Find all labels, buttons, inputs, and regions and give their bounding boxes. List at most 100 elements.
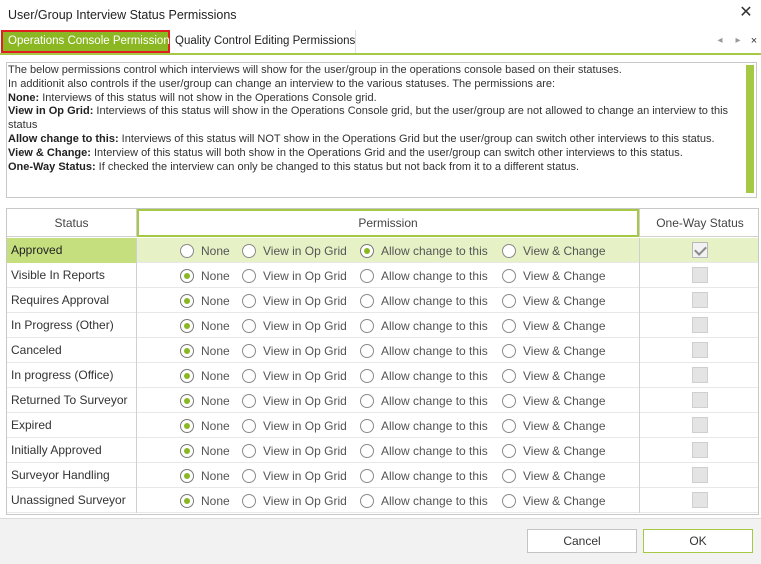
table-row[interactable]: Returned To Surveyor None View in Op Grid A… [7,388,758,413]
radio-label: View in Op Grid [263,494,347,508]
dialog-footer: Cancel OK [0,518,761,564]
radio-button[interactable] [242,269,256,283]
radio-button[interactable] [242,394,256,408]
close-icon[interactable]: ✕ [737,4,755,22]
one-way-checkbox[interactable] [692,417,708,433]
table-row[interactable]: In Progress (Other) None View in Op Grid Al… [7,313,758,338]
one-way-checkbox[interactable] [692,367,708,383]
radio-button[interactable] [502,244,516,258]
radio-label: Allow change to this [381,444,488,458]
radio-button[interactable] [242,469,256,483]
tab-scroll-right-icon[interactable]: ▸ [732,35,744,47]
radio-label: None [201,369,230,383]
radio-label: Allow change to this [381,394,488,408]
title-bar: User/Group Interview Status Permissions … [0,0,761,30]
radio-button[interactable] [502,419,516,433]
radio-button[interactable] [360,369,374,383]
status-cell: Unassigned Surveyor [7,488,137,513]
one-way-checkbox[interactable] [692,467,708,483]
one-way-checkbox[interactable] [692,442,708,458]
radio-button[interactable] [180,419,194,433]
radio-button[interactable] [242,244,256,258]
radio-button[interactable] [180,269,194,283]
radio-button[interactable] [360,394,374,408]
radio-label: Allow change to this [381,469,488,483]
radio-button[interactable] [360,419,374,433]
table-row[interactable]: In progress (Office) None View in Op Grid A… [7,363,758,388]
one-way-checkbox[interactable] [692,342,708,358]
radio-button[interactable] [180,394,194,408]
radio-button[interactable] [242,419,256,433]
cancel-button[interactable]: Cancel [527,529,637,553]
radio-button[interactable] [360,494,374,508]
radio-button[interactable] [502,469,516,483]
one-way-checkbox[interactable] [692,242,708,258]
column-header-permission[interactable]: Permission [137,209,639,237]
radio-label: None [201,294,230,308]
radio-label: View & Change [523,269,606,283]
one-way-checkbox[interactable] [692,492,708,508]
table-row[interactable]: Initially Approved None View in Op Grid All… [7,438,758,463]
radio-button[interactable] [360,469,374,483]
radio-button[interactable] [242,344,256,358]
radio-button[interactable] [242,294,256,308]
radio-button[interactable] [242,494,256,508]
radio-button[interactable] [360,319,374,333]
table-row[interactable]: Canceled None View in Op Grid Allow change … [7,338,758,363]
status-cell: Expired [7,413,137,438]
table-row[interactable]: Expired None View in Op Grid Allow change t… [7,413,758,438]
radio-button[interactable] [502,269,516,283]
radio-button[interactable] [502,319,516,333]
radio-button[interactable] [180,369,194,383]
radio-label: None [201,444,230,458]
permissions-grid: Status Permission One-Way Status Approve… [6,208,759,515]
radio-button[interactable] [180,294,194,308]
one-way-checkbox[interactable] [692,267,708,283]
permissions-description-text: The below permissions control which inte… [8,64,738,174]
radio-button[interactable] [180,494,194,508]
radio-button[interactable] [180,444,194,458]
one-way-checkbox[interactable] [692,317,708,333]
table-row[interactable]: Requires Approval None View in Op Grid Allo… [7,288,758,313]
radio-button[interactable] [180,319,194,333]
column-header-status[interactable]: Status [7,209,137,237]
description-item-allow-change: Allow change to this: Interviews of this… [8,133,738,147]
radio-button[interactable] [242,369,256,383]
tab-scroll-left-icon[interactable]: ◂ [714,35,726,47]
one-way-checkbox[interactable] [692,292,708,308]
tab-close-icon[interactable]: × [748,35,760,47]
radio-button[interactable] [502,494,516,508]
table-row[interactable]: Visible In Reports None View in Op Grid All… [7,263,758,288]
radio-button[interactable] [360,244,374,258]
description-line-2: In additionit also controls if the user/… [8,77,556,90]
radio-button[interactable] [360,444,374,458]
radio-button[interactable] [242,444,256,458]
column-header-one-way-status[interactable]: One-Way Status [639,209,758,237]
radio-button[interactable] [180,244,194,258]
radio-button[interactable] [502,344,516,358]
radio-label: View & Change [523,369,606,383]
table-row[interactable]: Unassigned Surveyor None View in Op Grid Al… [7,488,758,513]
radio-label: Allow change to this [381,269,488,283]
tab-quality-control-editing-permissions[interactable]: Quality Control Editing Permissions [170,30,356,53]
radio-button[interactable] [502,444,516,458]
table-row[interactable]: Approved None View in Op Grid Allow change … [7,238,758,263]
description-text: If checked the interview can only be cha… [95,160,580,173]
radio-button[interactable] [242,319,256,333]
one-way-checkbox[interactable] [692,392,708,408]
radio-button[interactable] [502,394,516,408]
radio-button[interactable] [360,294,374,308]
radio-label: View in Op Grid [263,394,347,408]
tab-operations-console-permission[interactable]: Operations Console Permission [1,30,170,53]
radio-button[interactable] [360,269,374,283]
table-row[interactable]: Surveyor Handling None View in Op Grid Allo… [7,463,758,488]
ok-button[interactable]: OK [643,529,753,553]
description-scrollbar[interactable] [746,65,754,193]
radio-label: View & Change [523,494,606,508]
radio-button[interactable] [360,344,374,358]
radio-button[interactable] [180,469,194,483]
radio-button[interactable] [180,344,194,358]
radio-button[interactable] [502,294,516,308]
description-term: Allow change to this: [8,132,119,145]
radio-button[interactable] [502,369,516,383]
